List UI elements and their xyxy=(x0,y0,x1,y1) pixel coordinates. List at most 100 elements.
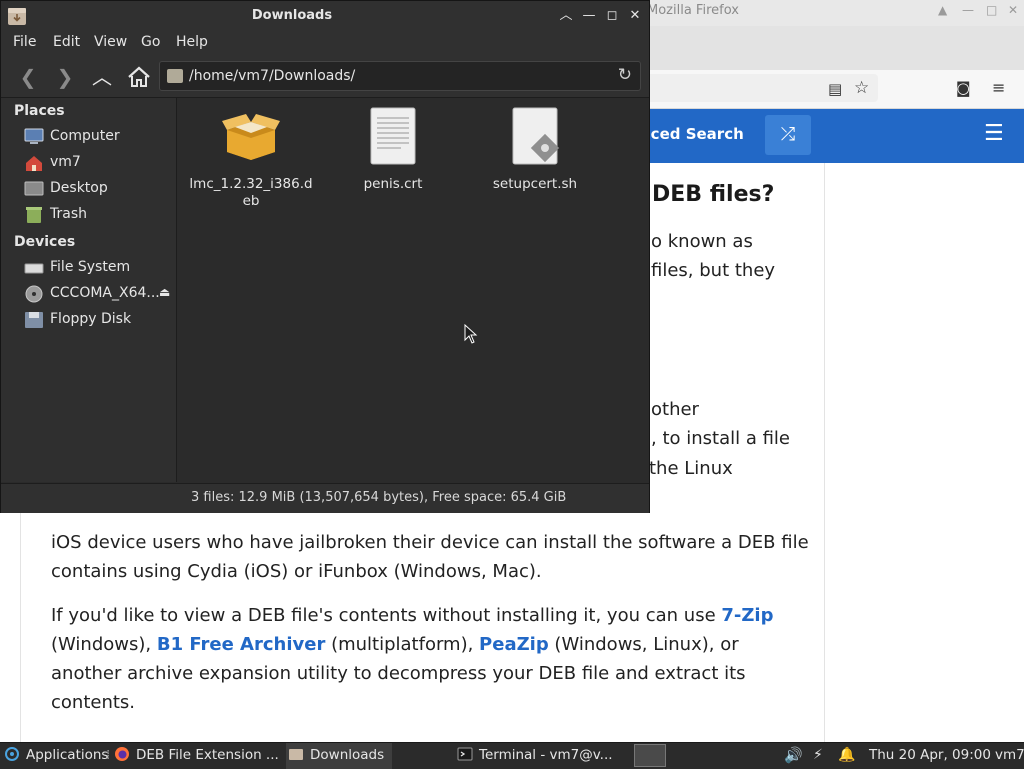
fm-close-icon[interactable]: ✕ xyxy=(625,6,645,26)
task-label: Terminal - vm7@v... xyxy=(479,747,613,763)
file-view[interactable]: lmc_1.2.32_i386.deb penis.crt setupcert.… xyxy=(177,98,649,482)
fm-sidebar: Places Computer vm7 Desktop Trash Device… xyxy=(1,98,177,482)
file-name: setupcert.sh xyxy=(492,176,578,192)
location-path[interactable]: /home/vm7/Downloads/ xyxy=(189,68,355,84)
parent-folder-icon[interactable]: ︿ xyxy=(88,63,116,91)
sidebar-item-computer[interactable]: Computer xyxy=(1,125,175,149)
drive-icon xyxy=(24,263,44,274)
task-terminal[interactable]: Terminal - vm7@v... xyxy=(457,743,613,769)
firefox-window-title: Mozilla Firefox xyxy=(647,3,739,18)
paragraph-text: If you'd like to view a DEB file's conte… xyxy=(51,605,722,626)
article-heading: DEB files? xyxy=(652,182,775,207)
bookmark-star-icon[interactable]: ☆ xyxy=(854,78,869,98)
sidebar-item-floppy[interactable]: Floppy Disk xyxy=(1,308,175,332)
link-peazip[interactable]: PeaZip xyxy=(479,634,549,655)
sidebar-item-label: Desktop xyxy=(50,180,108,196)
article-text-fragment: other xyxy=(651,399,699,420)
sidebar-item-label: Computer xyxy=(50,128,120,144)
firefox-shade-icon[interactable]: — xyxy=(962,3,974,17)
computer-icon xyxy=(24,128,44,144)
notification-icon[interactable]: 🔔 xyxy=(838,743,855,769)
file-item-penis-crt[interactable]: penis.crt xyxy=(323,106,463,193)
floppy-disk-icon xyxy=(25,312,43,328)
places-heading: Places xyxy=(14,103,65,119)
fm-shade-icon[interactable]: ︿ xyxy=(556,6,576,26)
taskbar: Applications ⁞ DEB File Extension ... Do… xyxy=(0,742,1024,769)
file-manager-icon xyxy=(289,749,303,760)
terminal-icon xyxy=(457,747,473,761)
forward-icon[interactable]: ❯ xyxy=(51,63,79,91)
user-name[interactable]: vm7 xyxy=(995,747,1024,763)
status-text: 3 files: 12.9 MiB (13,507,654 bytes), Fr… xyxy=(191,490,567,505)
devices-heading: Devices xyxy=(14,234,76,250)
firefox-close-icon[interactable]: ✕ xyxy=(1008,3,1018,17)
firefox-minimize-icon[interactable]: ▲ xyxy=(938,3,947,17)
trash-icon xyxy=(26,207,42,223)
desktop-icon xyxy=(24,181,44,196)
firefox-maximize-icon[interactable]: □ xyxy=(986,3,997,17)
workspace-switcher[interactable] xyxy=(634,744,666,767)
sidebar-item-trash[interactable]: Trash xyxy=(1,203,175,227)
sidebar-item-label: Trash xyxy=(50,206,87,222)
applications-icon xyxy=(5,747,19,761)
clock[interactable]: Thu 20 Apr, 09:00 xyxy=(869,747,991,763)
sidebar-item-cdrom[interactable]: CCCOMA_X64... ⏏ xyxy=(1,282,175,306)
sidebar-item-label: CCCOMA_X64... xyxy=(50,285,160,301)
task-firefox[interactable]: DEB File Extension ... xyxy=(114,743,279,769)
optical-disc-icon xyxy=(25,285,43,303)
shuffle-icon[interactable]: ⤮ xyxy=(765,115,811,155)
fm-minimize-icon[interactable]: — xyxy=(579,6,599,26)
paragraph-text: (Windows), xyxy=(51,634,157,655)
reader-view-icon[interactable]: ▤ xyxy=(828,80,842,98)
sidebar-item-file-system[interactable]: File System xyxy=(1,256,175,280)
sidebar-item-vm7[interactable]: vm7 xyxy=(1,151,175,175)
menu-help[interactable]: Help xyxy=(176,34,208,50)
mouse-cursor-icon xyxy=(464,324,478,344)
power-icon[interactable]: ⚡ xyxy=(813,743,823,769)
article-text-fragment: files, but they xyxy=(651,260,776,281)
file-name: penis.crt xyxy=(363,176,423,192)
link-7zip[interactable]: 7-Zip xyxy=(721,605,773,626)
site-menu-icon[interactable]: ☰ xyxy=(984,121,1004,146)
file-manager-window: Downloads ︿ — ◻ ✕ File Edit View Go Help… xyxy=(0,0,650,513)
task-downloads[interactable]: Downloads xyxy=(286,743,393,769)
fm-window-title: Downloads xyxy=(251,8,333,23)
fm-titlebar[interactable]: Downloads ︿ — ◻ ✕ xyxy=(1,1,649,31)
home-icon[interactable] xyxy=(125,63,153,91)
volume-icon[interactable]: 🔊 xyxy=(784,743,803,769)
article-text-fragment: , to install a file xyxy=(651,428,790,449)
back-icon[interactable]: ❮ xyxy=(14,63,42,91)
applications-label: Applications xyxy=(26,747,109,763)
link-b1-free-archiver[interactable]: B1 Free Archiver xyxy=(157,634,326,655)
applications-menu[interactable]: Applications xyxy=(4,743,108,769)
advanced-search-button[interactable]: nced Search xyxy=(640,125,744,143)
file-name: lmc_1.2.32_i386.deb xyxy=(189,176,313,209)
firefox-menu-icon[interactable]: ≡ xyxy=(992,78,1005,97)
taskbar-separator-icon: ⁞ xyxy=(106,747,111,763)
article-paragraph: If you'd like to view a DEB file's conte… xyxy=(51,601,811,717)
article-text-fragment: the Linux xyxy=(649,458,733,479)
folder-icon xyxy=(167,69,183,83)
menu-file[interactable]: File xyxy=(13,34,36,50)
fm-menubar: File Edit View Go Help xyxy=(1,31,649,55)
sidebar-item-label: vm7 xyxy=(50,154,81,170)
fm-statusbar: 3 files: 12.9 MiB (13,507,654 bytes), Fr… xyxy=(1,483,649,513)
menu-edit[interactable]: Edit xyxy=(53,34,80,50)
location-bar[interactable]: /home/vm7/Downloads/ ↻ xyxy=(159,61,641,91)
package-icon xyxy=(222,114,280,160)
file-item-setupcert-sh[interactable]: setupcert.sh xyxy=(465,106,605,193)
reload-icon[interactable]: ↻ xyxy=(618,65,632,85)
article-paragraph: iOS device users who have jailbroken the… xyxy=(51,532,809,582)
sidebar-item-label: File System xyxy=(50,259,131,275)
firefox-icon xyxy=(115,747,129,761)
menu-go[interactable]: Go xyxy=(141,34,160,50)
sidebar-item-desktop[interactable]: Desktop xyxy=(1,177,175,201)
firefox-urlbar[interactable] xyxy=(640,74,878,102)
article-text-fragment: o known as xyxy=(651,231,753,252)
fm-maximize-icon[interactable]: ◻ xyxy=(602,6,622,26)
file-item-lmc-deb[interactable]: lmc_1.2.32_i386.deb xyxy=(181,106,321,210)
menu-view[interactable]: View xyxy=(94,34,127,50)
eject-icon[interactable]: ⏏ xyxy=(159,285,170,299)
text-file-icon xyxy=(370,107,416,165)
pocket-icon[interactable]: ◙ xyxy=(956,79,971,97)
